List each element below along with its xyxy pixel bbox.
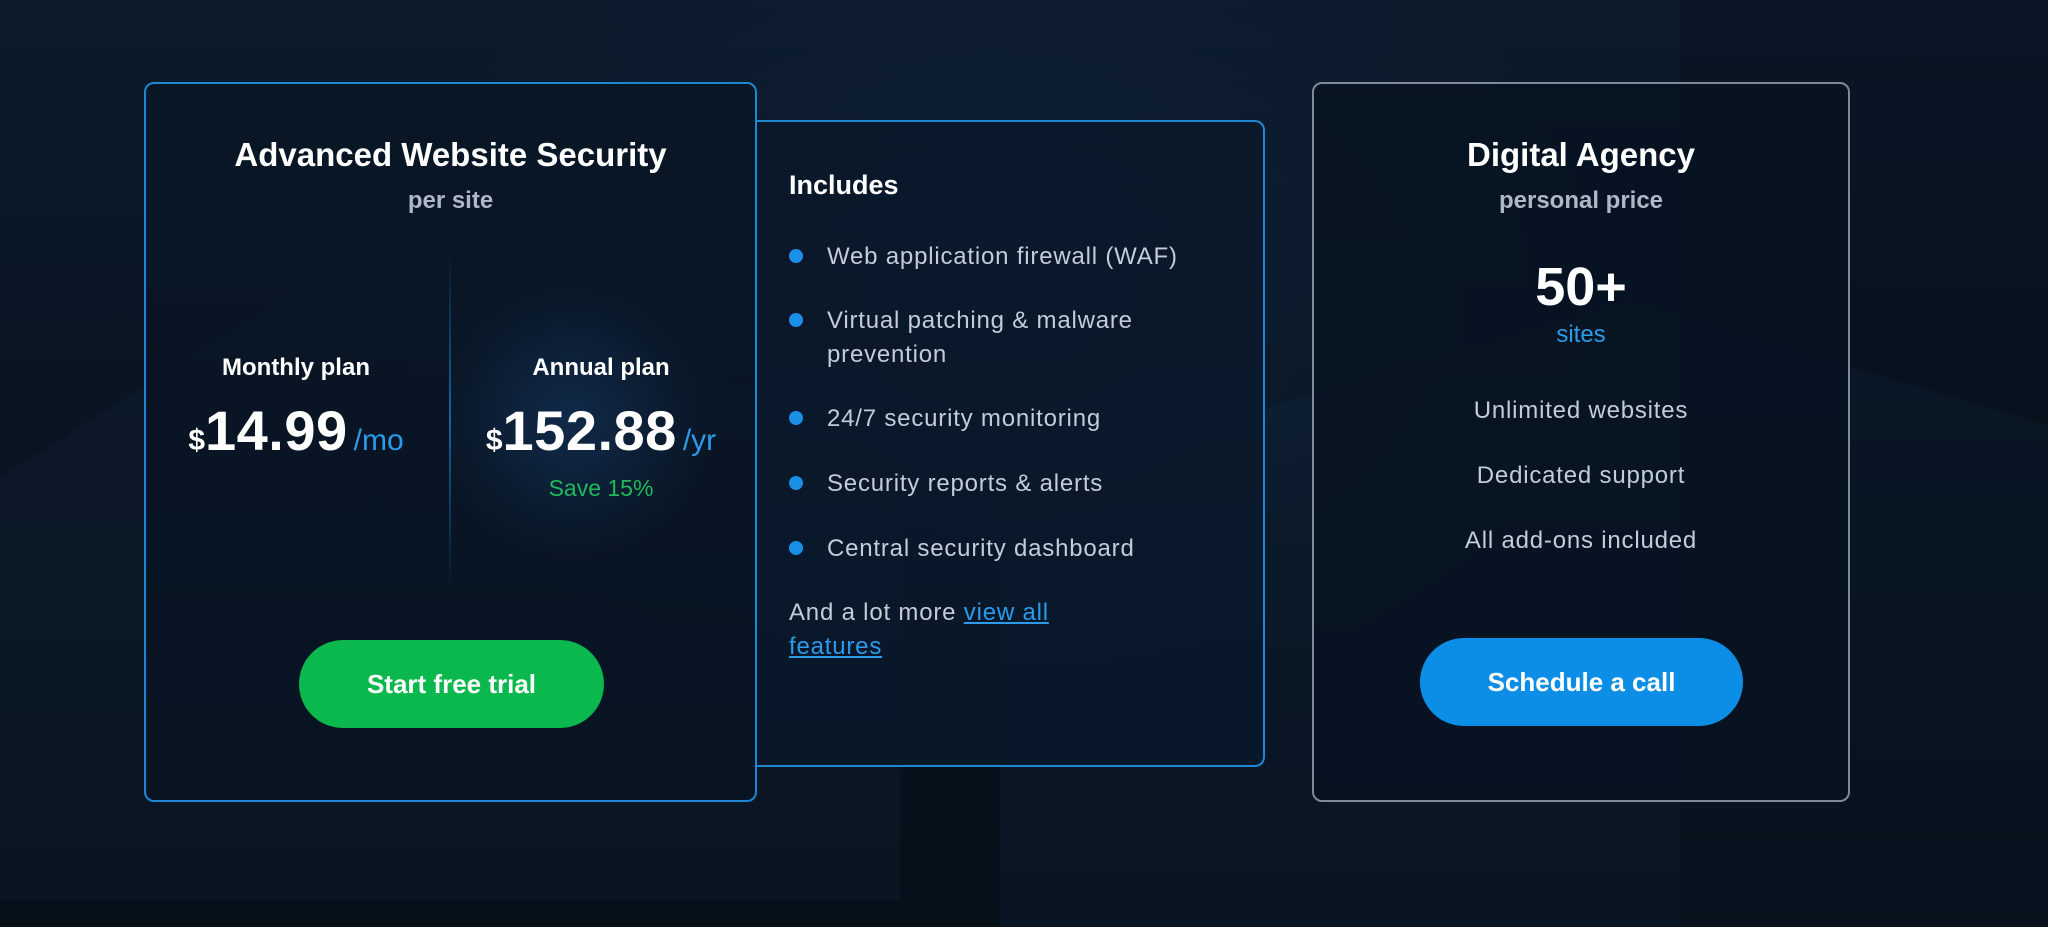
list-item: 24/7 security monitoring (789, 402, 1249, 436)
schedule-call-button[interactable]: Schedule a call (1420, 638, 1743, 726)
bullet-icon (789, 541, 803, 555)
feature-text: Virtual patching & malware prevention (827, 307, 1133, 368)
monthly-amount: 14.99 (205, 399, 348, 462)
monthly-period: /mo (353, 424, 404, 457)
annual-period: /yr (682, 424, 717, 457)
sites-unit: sites (1556, 321, 1606, 348)
currency-symbol: $ (188, 424, 206, 457)
annual-amount: 152.88 (502, 399, 677, 462)
bullet-icon (789, 313, 803, 327)
bullet-icon (789, 411, 803, 425)
plan-subtitle: per site (407, 187, 494, 214)
bullet-icon (789, 476, 803, 490)
more-features: And a lot more view all features (789, 596, 1129, 664)
security-plan-card: Advanced Website Security per site Month… (144, 82, 757, 802)
plan-title: Advanced Website Security (234, 136, 667, 173)
pricing-section: Advanced Website Security per site Month… (0, 0, 2048, 927)
monthly-price: $14.99/mo (146, 398, 446, 463)
feature-text: Web application firewall (WAF) (827, 243, 1178, 270)
feature-text: Security reports & alerts (827, 470, 1104, 497)
monthly-plan-label: Monthly plan (222, 354, 370, 381)
monthly-plan: Monthly plan $14.99/mo (146, 354, 446, 463)
annual-plan: Annual plan $152.88/yr Save 15% (451, 354, 751, 502)
start-free-trial-button[interactable]: Start free trial (299, 640, 604, 728)
sites-count: 50+ (1535, 257, 1627, 317)
annual-plan-label: Annual plan (532, 354, 670, 381)
includes-card: Includes Web application firewall (WAF) … (752, 120, 1265, 767)
more-text: And a lot more (789, 599, 957, 626)
list-item: Web application firewall (WAF) (789, 240, 1249, 274)
currency-symbol: $ (485, 424, 503, 457)
agency-plan-card: Digital Agency personal price 50+ sites … (1312, 82, 1850, 802)
includes-title: Includes (789, 170, 899, 200)
agency-features: Unlimited websites Dedicated support All… (1314, 397, 1848, 592)
save-badge: Save 15% (548, 475, 654, 501)
annual-price: $152.88/yr (451, 398, 751, 463)
list-item: Unlimited websites (1473, 397, 1689, 424)
list-item: Security reports & alerts (789, 467, 1249, 501)
list-item: Central security dashboard (789, 532, 1249, 566)
bullet-icon (789, 249, 803, 263)
list-item: All add-ons included (1464, 527, 1698, 554)
feature-text: Central security dashboard (827, 535, 1135, 562)
feature-text: 24/7 security monitoring (827, 405, 1101, 432)
list-item: Dedicated support (1476, 462, 1686, 489)
list-item: Virtual patching & malware prevention (789, 304, 1249, 372)
agency-title: Digital Agency (1467, 136, 1695, 173)
agency-subtitle: personal price (1498, 187, 1664, 214)
